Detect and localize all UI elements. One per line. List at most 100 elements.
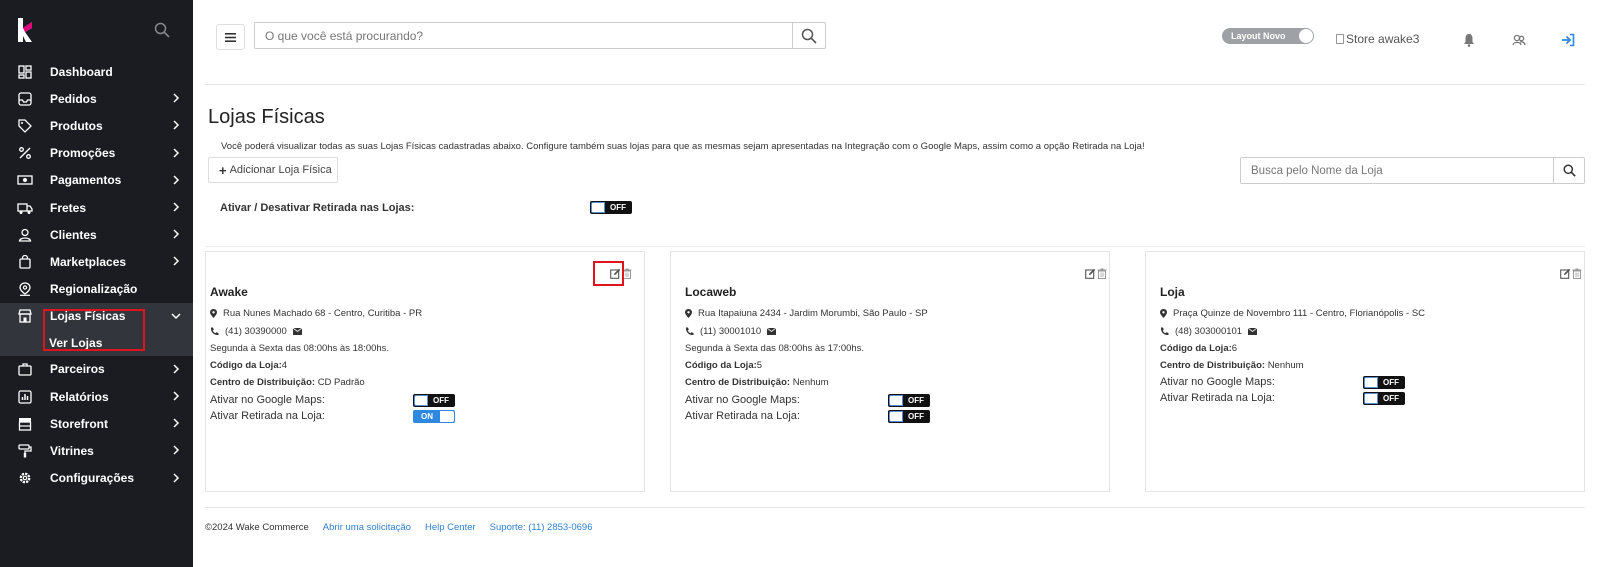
pickup-toggle[interactable]: OFF — [1363, 392, 1405, 405]
sidebar-item-clientes[interactable]: Clientes — [0, 221, 193, 248]
store-address-text: Praça Quinze de Novembro 111 - Centro, F… — [1173, 308, 1426, 319]
sidebar-item-storefront[interactable]: Storefront — [0, 410, 193, 437]
google-maps-label: Ativar no Google Maps: — [1160, 376, 1275, 388]
sidebar-item-label: Parceiros — [50, 362, 105, 377]
edit-icon[interactable] — [610, 268, 621, 279]
sidebar-item-relatorios[interactable]: Relatórios — [0, 383, 193, 410]
wake-logo-icon[interactable] — [16, 18, 34, 42]
sidebar-item-fretes[interactable]: Fretes — [0, 194, 193, 221]
sidebar-item-configuracoes[interactable]: Configurações — [0, 465, 193, 492]
sidebar-item-regionalizacao[interactable]: Regionalização — [0, 276, 193, 303]
envelope-icon[interactable] — [1248, 328, 1258, 335]
bell-icon[interactable] — [1462, 33, 1476, 47]
sidebar-item-label: Lojas Físicas — [50, 309, 126, 324]
footer-link-help-center[interactable]: Help Center — [425, 522, 476, 533]
toggle-state: OFF — [908, 396, 924, 405]
footer-link-support[interactable]: Suporte: (11) 2853-0696 — [490, 522, 593, 533]
envelope-icon[interactable] — [767, 328, 777, 335]
trash-icon[interactable] — [622, 268, 632, 279]
google-maps-toggle[interactable]: OFF — [1363, 376, 1405, 389]
footer-link-request[interactable]: Abrir uma solicitação — [323, 522, 411, 533]
google-maps-toggle[interactable]: OFF — [413, 394, 455, 407]
trash-icon[interactable] — [1572, 268, 1582, 279]
store-image[interactable]: Store awake3 — [1336, 32, 1419, 46]
toggle-knob — [1364, 377, 1378, 388]
sidebar-item-parceiros[interactable]: Parceiros — [0, 356, 193, 383]
store-phone-text: (41) 30390000 — [225, 326, 287, 337]
menu-toggle-button[interactable] — [216, 24, 245, 50]
sidebar-item-label: Regionalização — [50, 282, 138, 297]
sign-out-icon[interactable] — [1561, 33, 1575, 47]
sidebar-item-lojas-fisicas[interactable]: Lojas Físicas — [0, 302, 193, 330]
edit-icon[interactable] — [1085, 268, 1096, 279]
sidebar-item-label: Pagamentos — [50, 173, 122, 188]
pickup-toggle[interactable]: OFF — [888, 410, 930, 423]
sidebar-item-pedidos[interactable]: Pedidos — [0, 85, 193, 112]
store-hours: Segunda à Sexta das 08:00hs às 17:00hs. — [685, 343, 865, 354]
sidebar-item-pagamentos[interactable]: Pagamentos — [0, 167, 193, 194]
store-code-value: 6 — [1231, 343, 1238, 354]
chevron-right-icon — [173, 473, 180, 483]
sidebar-item-label: Fretes — [50, 200, 87, 215]
toggle-knob — [1299, 29, 1313, 43]
sidebar-item-promocoes[interactable]: Promoções — [0, 140, 193, 167]
store-dc: Centro de Distribuição: Nenhum — [685, 377, 829, 388]
layout-toggle-label: Layout Novo — [1231, 31, 1286, 41]
chevron-right-icon — [173, 391, 180, 401]
store-code: Código da Loja:4 — [210, 360, 287, 371]
pickup-toggle[interactable]: ON — [413, 410, 455, 423]
footer: ©2024 Wake Commerce Abrir uma solicitaçã… — [205, 522, 592, 533]
search-icon[interactable] — [154, 22, 170, 38]
trash-icon[interactable] — [1097, 268, 1107, 279]
layout-novo-toggle[interactable]: Layout Novo — [1222, 28, 1314, 44]
broken-image-icon — [1336, 34, 1344, 44]
store-code: Código da Loja:5 — [685, 360, 762, 371]
google-maps-label: Ativar no Google Maps: — [685, 394, 800, 406]
store-code: Código da Loja:6 — [1160, 343, 1237, 354]
google-maps-toggle[interactable]: OFF — [888, 394, 930, 407]
chevron-right-icon — [173, 364, 180, 374]
toggle-knob — [440, 411, 454, 422]
shopping-bag-icon — [17, 254, 33, 270]
store-code-value: 4 — [281, 360, 288, 371]
toggle-state: OFF — [908, 412, 924, 421]
chevron-right-icon — [173, 175, 180, 185]
global-search-input[interactable] — [255, 23, 792, 48]
hamburger-icon — [225, 32, 236, 42]
store-search-input[interactable] — [1241, 158, 1553, 183]
sidebar-item-vitrines[interactable]: Vitrines — [0, 437, 193, 464]
sidebar-item-dashboard[interactable]: Dashboard — [0, 58, 193, 85]
global-pickup-toggle[interactable]: OFF — [590, 201, 632, 214]
store-dc-label: Centro de Distribuição: — [1160, 360, 1266, 371]
add-store-button[interactable]: + Adicionar Loja Física — [208, 157, 338, 183]
global-search — [254, 22, 826, 49]
store-dc-value: Nenhum — [792, 377, 829, 388]
envelope-icon[interactable] — [292, 328, 302, 335]
edit-icon[interactable] — [1560, 268, 1571, 279]
storefront-icon — [17, 416, 33, 432]
users-icon[interactable] — [1512, 33, 1526, 47]
google-maps-label: Ativar no Google Maps: — [210, 394, 325, 406]
chevron-right-icon — [173, 202, 180, 212]
sidebar-item-label: Storefront — [50, 416, 108, 431]
store-name: Locaweb — [685, 285, 737, 299]
user-icon — [17, 227, 33, 243]
store-address-text: Rua Itapaiuna 2434 - Jardim Morumbi, São… — [698, 308, 928, 319]
chevron-right-icon — [173, 229, 180, 239]
toggle-knob — [414, 395, 428, 406]
store-image-alt: Store awake3 — [1346, 32, 1420, 46]
toggle-knob — [591, 202, 605, 213]
chevron-right-icon — [173, 445, 180, 455]
sidebar-subitem-ver-lojas[interactable]: Ver Lojas — [0, 329, 193, 356]
footer-divider — [205, 507, 1585, 508]
global-search-button[interactable] — [792, 23, 825, 48]
sidebar-item-marketplaces[interactable]: Marketplaces — [0, 248, 193, 275]
store-search-button[interactable] — [1553, 158, 1584, 183]
store-hours: Segunda à Sexta das 08:00hs às 18:00hs. — [210, 343, 390, 354]
store-card-locaweb: Locaweb Rua Itapaiuna 2434 - Jardim Moru… — [670, 251, 1110, 492]
store-name: Awake — [210, 285, 248, 299]
map-marker-icon — [210, 309, 217, 318]
sidebar-item-produtos[interactable]: Produtos — [0, 112, 193, 139]
store-dc: Centro de Distribuição: CD Padrão — [210, 377, 365, 388]
store-icon — [17, 308, 33, 324]
